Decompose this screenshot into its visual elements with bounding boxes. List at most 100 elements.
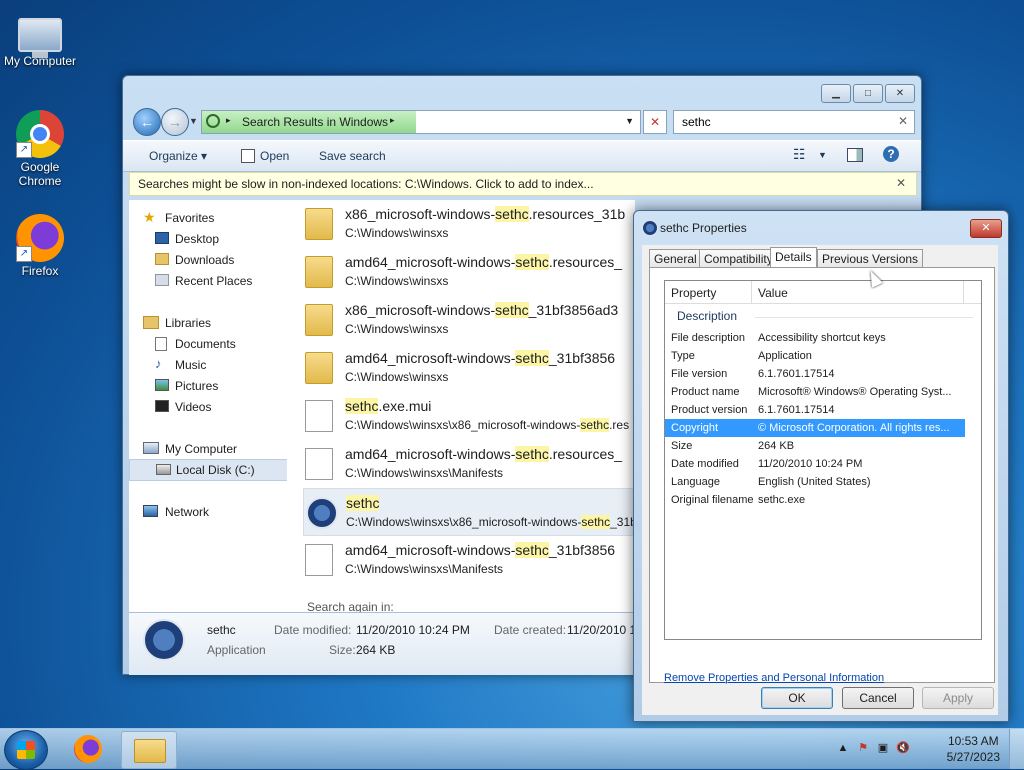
- result-row[interactable]: x86_microsoft-windows-sethc.resources_31…: [303, 200, 635, 246]
- address-row: ← → ▼ ▸ Search Results in Windows ▸ ▼ ✕ …: [131, 106, 915, 136]
- remove-properties-link[interactable]: Remove Properties and Personal Informati…: [664, 672, 884, 684]
- show-hidden-icons-icon[interactable]: ▲: [836, 741, 850, 755]
- property-row[interactable]: File description Accessibility shortcut k…: [665, 329, 965, 347]
- shortcut-arrow-icon: ↗: [16, 142, 32, 158]
- address-dropdown-icon[interactable]: ▼: [625, 116, 634, 126]
- nav-music[interactable]: ♪ Music: [129, 355, 287, 375]
- index-infobar[interactable]: Searches might be slow in non-indexed lo…: [129, 172, 917, 196]
- nav-downloads[interactable]: Downloads: [129, 250, 287, 270]
- property-value: 11/20/2010 10:24 PM: [758, 458, 863, 470]
- path-highlight: sethc: [581, 515, 611, 529]
- result-name: amd64_microsoft-windows-sethc.resources_: [345, 446, 622, 462]
- name-text: _31bf3856: [548, 542, 616, 558]
- search-folder-icon: [206, 114, 220, 128]
- nav-recent-places[interactable]: Recent Places: [129, 271, 287, 291]
- volume-muted-icon[interactable]: 🔇: [896, 741, 910, 755]
- cancel-button[interactable]: Cancel: [842, 687, 914, 709]
- property-key: Product version: [671, 404, 748, 416]
- close-infobar-icon[interactable]: ✕: [896, 176, 906, 190]
- show-desktop-button[interactable]: [1009, 729, 1024, 769]
- address-text: Search Results in Windows: [242, 115, 389, 129]
- address-bar[interactable]: ▸ Search Results in Windows ▸ ▼: [201, 110, 641, 134]
- nav-label: Music: [175, 358, 207, 372]
- save-search-button[interactable]: Save search: [319, 149, 386, 163]
- result-row[interactable]: amd64_microsoft-windows-sethc_31bf3856 C…: [303, 344, 635, 390]
- property-row[interactable]: File version 6.1.7601.17514: [665, 365, 965, 383]
- property-list: Property Value Description File descript…: [664, 280, 982, 640]
- desktop-icon-my-computer[interactable]: My Computer: [0, 10, 80, 68]
- maximize-button[interactable]: □: [853, 84, 883, 103]
- recent-pages-dropdown-icon[interactable]: ▼: [189, 116, 198, 126]
- clock-time: 10:53 AM: [947, 734, 999, 748]
- stop-search-button[interactable]: ✕: [643, 110, 667, 134]
- close-button[interactable]: ✕: [970, 219, 1002, 238]
- organize-button[interactable]: Organize ▾: [149, 149, 207, 163]
- name-text: .resources_: [548, 446, 623, 462]
- nav-local-disk[interactable]: Local Disk (C:): [129, 459, 289, 481]
- nav-favorites[interactable]: ★ Favorites: [129, 208, 287, 228]
- taskbar-firefox[interactable]: [62, 731, 116, 767]
- breadcrumb-chevron-icon[interactable]: ▸: [226, 115, 231, 126]
- forward-button[interactable]: →: [161, 108, 189, 136]
- documents-icon: [155, 337, 167, 351]
- search-box[interactable]: ✕: [673, 110, 915, 134]
- start-button[interactable]: [4, 730, 48, 770]
- clear-search-icon[interactable]: ✕: [898, 114, 908, 128]
- tab-general[interactable]: General: [649, 249, 702, 268]
- breadcrumb-chevron-icon[interactable]: ▸: [390, 115, 395, 126]
- nav-pictures[interactable]: Pictures: [129, 376, 287, 396]
- tab-previous-versions[interactable]: Previous Versions: [817, 249, 924, 268]
- nav-libraries[interactable]: Libraries: [129, 313, 287, 333]
- nav-desktop[interactable]: Desktop: [129, 229, 287, 249]
- preview-pane-icon[interactable]: [847, 148, 863, 162]
- property-row[interactable]: Original filename sethc.exe: [665, 491, 965, 509]
- property-row[interactable]: Type Application: [665, 347, 965, 365]
- column-separator[interactable]: [751, 281, 752, 303]
- column-separator[interactable]: [963, 281, 964, 303]
- help-icon[interactable]: ?: [883, 146, 899, 162]
- result-row[interactable]: sethc.exe.mui C:\Windows\winsxs\x86_micr…: [303, 392, 635, 438]
- minimize-button[interactable]: ▁: [821, 84, 851, 103]
- accessibility-app-icon: [306, 497, 338, 529]
- property-row[interactable]: Product name Microsoft® Windows® Operatin…: [665, 383, 965, 401]
- nav-network[interactable]: Network: [129, 502, 287, 522]
- close-button[interactable]: ✕: [885, 84, 915, 103]
- nav-documents[interactable]: Documents: [129, 334, 287, 354]
- nav-my-computer[interactable]: My Computer: [129, 439, 287, 459]
- property-value: 6.1.7601.17514: [758, 368, 835, 380]
- name-highlight: sethc: [515, 446, 549, 462]
- action-center-icon[interactable]: ⚑: [856, 741, 870, 755]
- back-button[interactable]: ←: [133, 108, 161, 136]
- name-highlight: sethc: [515, 254, 549, 270]
- property-row[interactable]: Product version 6.1.7601.17514: [665, 401, 965, 419]
- open-button[interactable]: Open: [260, 149, 289, 163]
- column-header-property[interactable]: Property: [671, 286, 716, 300]
- nav-videos[interactable]: Videos: [129, 397, 287, 417]
- result-row[interactable]: amd64_microsoft-windows-sethc.resources_…: [303, 248, 635, 294]
- desktop-icon-firefox[interactable]: ↗ Firefox: [0, 214, 80, 278]
- result-path: C:\Windows\winsxs\x86_microsoft-windows-…: [346, 515, 635, 529]
- property-row-selected[interactable]: Copyright © Microsoft Corporation. All ri…: [665, 419, 965, 437]
- change-view-icon[interactable]: ☷: [793, 146, 806, 163]
- search-input[interactable]: [680, 114, 884, 130]
- result-row[interactable]: amd64_microsoft-windows-sethc.resources_…: [303, 440, 635, 486]
- ok-button[interactable]: OK: [761, 687, 833, 709]
- property-row[interactable]: Date modified 11/20/2010 10:24 PM: [665, 455, 965, 473]
- taskbar-explorer[interactable]: [121, 731, 177, 769]
- property-row[interactable]: Size 264 KB: [665, 437, 965, 455]
- recent-places-icon: [155, 274, 169, 286]
- drive-icon: [156, 464, 171, 475]
- clock[interactable]: 10:53 AM 5/27/2023: [947, 733, 1000, 765]
- tab-compatibility[interactable]: Compatibility: [699, 249, 778, 268]
- result-row-selected[interactable]: sethc C:\Windows\winsxs\x86_microsoft-wi…: [303, 488, 635, 536]
- details-name: sethc: [207, 623, 236, 637]
- property-row[interactable]: Language English (United States): [665, 473, 965, 491]
- result-row[interactable]: x86_microsoft-windows-sethc_31bf3856ad3 …: [303, 296, 635, 342]
- column-header-value[interactable]: Value: [758, 286, 788, 300]
- result-row[interactable]: amd64_microsoft-windows-sethc_31bf3856 C…: [303, 536, 635, 582]
- network-status-icon[interactable]: ▣: [876, 741, 890, 755]
- desktop-icon-chrome[interactable]: ↗ Google Chrome: [0, 110, 80, 188]
- view-options-dropdown-icon[interactable]: ▼: [818, 150, 827, 160]
- apply-button[interactable]: Apply: [922, 687, 994, 709]
- music-icon: ♪: [155, 356, 162, 371]
